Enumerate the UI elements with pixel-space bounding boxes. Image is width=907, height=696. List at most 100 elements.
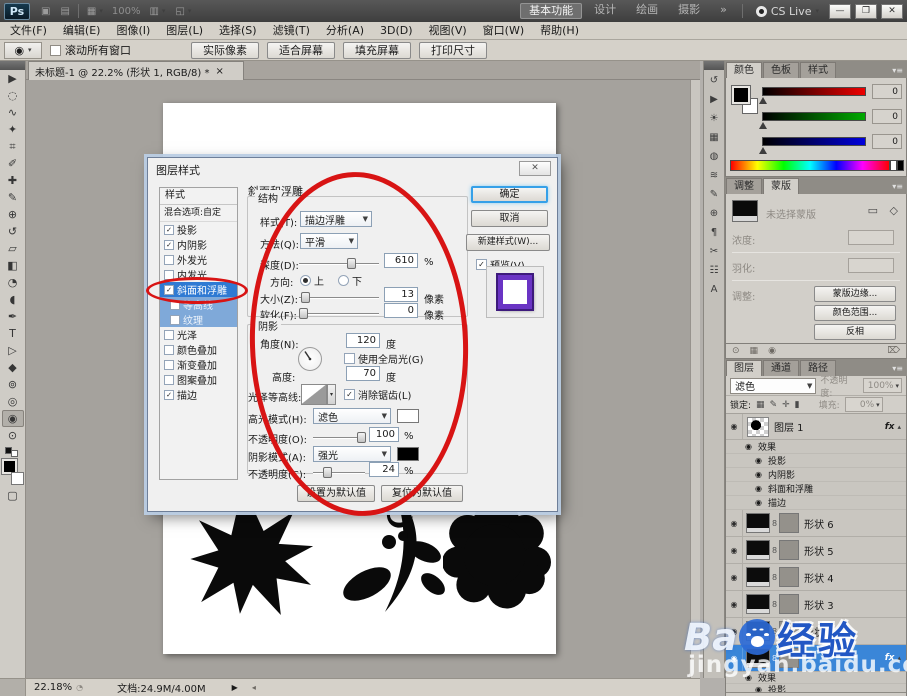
menu-item[interactable]: 视图(V) (421, 22, 475, 39)
size-slider[interactable] (299, 297, 379, 299)
eye-icon[interactable]: ◉ (726, 414, 743, 439)
clone-stamp-tool[interactable]: ⊕ (2, 206, 24, 223)
panel-menu-icon[interactable]: ▾≡ (892, 364, 907, 376)
size-input[interactable]: 13 (384, 287, 418, 302)
pen-tool[interactable]: ✒ (2, 308, 24, 325)
color-range-button[interactable]: 颜色范围... (814, 305, 896, 321)
ok-button[interactable]: 确定 (471, 186, 548, 203)
angle-input[interactable]: 120 (346, 333, 380, 348)
shape-layer-row[interactable]: ◉ 8 形状 5 (726, 537, 906, 564)
red-value-box[interactable]: 0 (872, 84, 902, 99)
set-default-button[interactable]: 设置为默认值 (297, 485, 375, 502)
style-list-item[interactable]: ✓ 斜面和浮雕 (160, 282, 237, 297)
vector-mask-thumbnail[interactable] (779, 567, 799, 587)
eye-icon[interactable]: ◉ (726, 498, 762, 507)
new-style-button[interactable]: 新建样式(W)... (466, 234, 550, 251)
style-list-item[interactable]: 内发光 (160, 267, 237, 282)
shape-layer-row[interactable]: ◉ 8 形状 6 (726, 510, 906, 537)
style-checkbox[interactable]: ✓ (164, 390, 174, 400)
move-tool[interactable]: ▶ (2, 70, 24, 87)
options-button[interactable]: 填充屏幕 (343, 42, 411, 59)
scroll-all-windows-checkbox[interactable]: 滚动所有窗口 (50, 42, 131, 58)
options-button[interactable]: 实际像素 (191, 42, 259, 59)
screen-mode-icon[interactable]: ◱▾ (170, 6, 196, 17)
vector-mask-icon[interactable]: ◇ (890, 204, 898, 217)
brush-tool[interactable]: ✎ (2, 189, 24, 206)
vector-mask-thumbnail[interactable] (779, 540, 799, 560)
panel-tab[interactable]: 图层 (726, 360, 762, 376)
style-checkbox[interactable] (170, 300, 180, 310)
foreground-background-swatches[interactable] (2, 459, 24, 485)
red-slider[interactable] (762, 87, 866, 96)
layer-thumbnail[interactable] (746, 567, 770, 587)
toolbox-header[interactable] (0, 61, 25, 70)
eye-icon[interactable]: ◉ (726, 645, 743, 671)
selected-layer-row[interactable]: ◉ 8 fx▴ (726, 645, 906, 672)
layer-thumbnail[interactable] (747, 417, 769, 437)
invert-button[interactable]: 反相 (814, 324, 896, 340)
dock-adjustments-icon[interactable]: ☀ (704, 109, 724, 127)
highlight-color-swatch[interactable] (397, 409, 419, 423)
effects-header-row[interactable]: ◉ 效果 (726, 440, 906, 454)
style-list-item[interactable]: 颜色叠加 (160, 342, 237, 357)
status-options-arrow[interactable]: ▶ (232, 683, 238, 692)
custom-shape-tool[interactable]: ◆ (2, 359, 24, 376)
style-checkbox[interactable]: ✓ (164, 240, 174, 250)
soften-input[interactable]: 0 (384, 303, 418, 318)
blue-slider[interactable] (762, 137, 866, 146)
direction-up-radio[interactable]: 上 (300, 273, 324, 288)
arrange-documents-icon[interactable]: ▥▾ (144, 6, 170, 17)
panel-foreground-swatch[interactable] (732, 86, 750, 104)
default-colors-icon[interactable] (5, 447, 21, 457)
hscroll-left-arrow[interactable]: ◂ (252, 683, 256, 692)
shadow-color-swatch[interactable] (397, 447, 419, 461)
close-button[interactable]: ✕ (881, 4, 903, 19)
effect-row[interactable]: ◉ 描边 (726, 496, 906, 510)
direction-down-radio[interactable]: 下 (338, 273, 362, 288)
lock-pixels-icon[interactable]: ✎ (770, 400, 778, 410)
altitude-input[interactable]: 70 (346, 366, 380, 381)
blend-mode-select[interactable]: 滤色▼ (730, 378, 816, 394)
style-list-item[interactable]: 渐变叠加 (160, 357, 237, 372)
lock-transparency-icon[interactable]: ▦ (756, 400, 765, 410)
contour-dropdown-icon[interactable]: ▾ (327, 384, 336, 405)
shape-layer-row[interactable]: ◉ 8 形状 2 (726, 618, 906, 645)
eye-icon[interactable]: ◉ (726, 456, 762, 465)
menu-item[interactable]: 分析(A) (318, 22, 372, 39)
styles-list-header[interactable]: 样式 (160, 188, 237, 205)
eye-icon[interactable]: ◉ (726, 510, 743, 536)
vector-mask-thumbnail[interactable] (779, 621, 799, 641)
options-button[interactable]: 打印尺寸 (419, 42, 487, 59)
zoom-level-box[interactable]: 100% (108, 6, 145, 17)
menu-item[interactable]: 编辑(E) (55, 22, 109, 39)
panel-menu-icon[interactable]: ▾≡ (892, 66, 907, 78)
menu-item[interactable]: 3D(D) (372, 22, 421, 39)
lasso-tool[interactable]: ∿ (2, 104, 24, 121)
shape-layer-row[interactable]: ◉ 8 形状 3 (726, 591, 906, 618)
gloss-contour-picker[interactable]: ▾ (301, 384, 327, 405)
highlight-opacity-slider[interactable] (313, 437, 365, 439)
dock-histogram-icon[interactable]: ≋ (704, 166, 724, 184)
menu-item[interactable]: 图像(I) (108, 22, 158, 39)
shadow-opacity-input[interactable]: 24 (369, 462, 399, 477)
menu-item[interactable]: 窗口(W) (475, 22, 532, 39)
mask-apply-icon[interactable]: ▦ (750, 346, 759, 356)
trash-icon[interactable]: ⌦ (887, 346, 900, 356)
dodge-tool[interactable]: ◖ (2, 291, 24, 308)
layer-thumbnail[interactable] (746, 621, 770, 641)
workspace-button[interactable]: 设计 (586, 3, 624, 19)
dock-character-icon[interactable]: A (704, 280, 724, 298)
mask-load-icon[interactable]: ⊙ (732, 346, 740, 356)
vector-mask-thumbnail[interactable] (779, 648, 799, 668)
eye-icon[interactable]: ◉ (726, 537, 743, 563)
options-button[interactable]: 适合屏幕 (267, 42, 335, 59)
spectrum-black-swatch[interactable] (897, 160, 904, 171)
style-checkbox[interactable]: ✓ (164, 285, 174, 295)
style-list-item[interactable]: ✓ 内阴影 (160, 237, 237, 252)
blending-options-item[interactable]: 混合选项:自定 (160, 205, 237, 222)
workspace-button[interactable]: 基本功能 (520, 3, 582, 19)
reset-default-button[interactable]: 复位为默认值 (381, 485, 463, 502)
global-light-checkbox[interactable]: 使用全局光(G) (344, 351, 424, 366)
eyedropper-tool[interactable]: ✐ (2, 155, 24, 172)
history-brush-tool[interactable]: ↺ (2, 223, 24, 240)
